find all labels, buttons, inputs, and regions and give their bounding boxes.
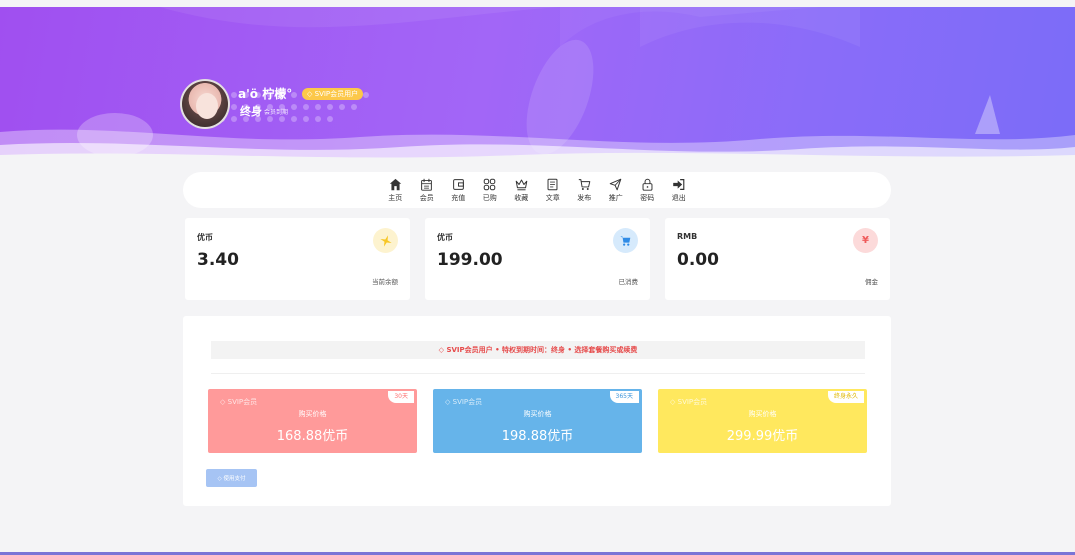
avatar-face [196,93,218,119]
balance-card: 优币 3.40 当前余额 [185,218,410,300]
nav-item-label: 充值 [451,193,466,202]
yen-icon: ¥ [862,235,869,246]
plan-tag: ◇ SVIP会员 [445,397,482,407]
calendar-icon [421,178,433,191]
nav-item-label: 收藏 [514,193,529,202]
stat-icon-wrap: ¥ [853,228,878,253]
crown-icon [515,179,528,190]
stat-icon-wrap [373,228,398,253]
plan-price-label: 购买价格 [748,410,777,418]
profile-header-banner: a'ö 柠檬° ◇ SVIP会员用户 终身 会员到期 [0,7,1075,167]
plan-tag-label: SVIP会员 [677,398,708,406]
nav-item-vip[interactable]: 会员 [411,178,443,203]
nav-item-label: 主页 [388,193,403,202]
document-icon [547,178,558,190]
wallet-icon [452,178,464,190]
stat-value: 0.00 [677,250,719,270]
stat-caption: 当前余额 [372,278,398,286]
nav-item-label: 文章 [545,193,560,202]
username: a'ö 柠檬° [238,87,293,101]
plan-duration-badge: 终身永久 [827,391,864,403]
vip-purchase-panel: ◇ SVIP会员用户 • 特权到期时间：终身 • 选择套餐购买或续费 ◇ SVI… [183,316,891,506]
wave-decoration [0,7,1075,167]
diamond-icon: ◇ [307,90,313,98]
stat-value: 3.40 [197,250,239,270]
grid-icon [483,178,496,190]
nav-item-label: 发布 [577,193,592,202]
stat-title: RMB [677,232,698,241]
cart-icon [578,178,591,190]
home-icon [389,178,401,190]
avatar[interactable] [180,79,230,129]
plan-duration-badge: 30天 [388,391,414,403]
plan-tag: ◇ SVIP会员 [670,397,707,407]
plan-duration-badge: 365天 [609,391,639,403]
stat-title: 优币 [197,233,213,242]
nav-item-label: 会员 [419,193,434,202]
cart-icon [620,236,631,246]
nav-item-label: 已购 [482,193,497,202]
plan-tag-label: SVIP会员 [227,398,258,406]
vip-term-note: 会员到期 [264,109,289,116]
vip-notice: ◇ SVIP会员用户 • 特权到期时间：终身 • 选择套餐购买或续费 [211,341,865,359]
pay-button-label: 使用支付 [223,476,246,482]
commission-card: RMB 0.00 佣金 ¥ [665,218,890,300]
diamond-icon: ◇ [220,398,226,406]
nav-item-home[interactable]: 主页 [380,178,412,203]
nav-item-password[interactable]: 密码 [632,178,664,203]
vip-badge: ◇ SVIP会员用户 [302,88,364,100]
plan-price: 299.99优币 [726,429,799,444]
user-profile: a'ö 柠檬° ◇ SVIP会员用户 终身 会员到期 [180,79,440,129]
diamond-icon: ◇ [438,346,445,354]
send-icon [609,178,622,190]
nav-item-promote[interactable]: 推广 [600,178,632,203]
pay-button[interactable]: ◇ 使用支付 [206,469,257,487]
lock-icon [642,178,653,191]
nav-item-logout[interactable]: 退出 [663,178,695,203]
stat-caption: 佣金 [865,278,878,286]
stat-title: 优币 [437,233,453,242]
plan-price-label: 购买价格 [298,410,327,418]
vip-term: 终身 [240,105,262,118]
plan-price: 198.88优币 [501,429,574,444]
plan-tag-label: SVIP会员 [452,398,483,406]
user-nav-bar: 主页 会员 充值 已购 收藏 文章 发布 推广 密码 退出 [183,172,891,208]
vip-badge-label: SVIP会员用户 [314,90,359,98]
nav-item-favorites[interactable]: 收藏 [506,178,538,203]
nav-item-articles[interactable]: 文章 [537,178,569,203]
plan-card-30-days[interactable]: ◇ SVIP会员 30天 购买价格 168.88优币 [208,389,417,453]
plan-price: 168.88优币 [276,429,349,444]
nav-item-recharge[interactable]: 充值 [443,178,475,203]
diamond-icon: ◇ [445,398,451,406]
diamond-icon: ◇ [217,476,222,482]
stat-icon-wrap [613,228,638,253]
plan-card-365-days[interactable]: ◇ SVIP会员 365天 购买价格 198.88优币 [433,389,642,453]
nav-item-purchased[interactable]: 已购 [474,178,506,203]
nav-item-label: 推广 [608,193,623,202]
spent-card: 优币 199.00 已消费 [425,218,650,300]
plan-tag: ◇ SVIP会员 [220,397,257,407]
diamond-icon: ◇ [670,398,676,406]
plan-price-label: 购买价格 [523,410,552,418]
sparkle-icon [379,234,392,247]
nav-item-label: 密码 [640,193,655,202]
divider [211,373,865,374]
stat-value: 199.00 [437,250,503,270]
vip-notice-text: SVIP会员用户 • 特权到期时间：终身 • 选择套餐购买或续费 [446,346,638,354]
nav-item-publish[interactable]: 发布 [569,178,601,203]
plan-card-lifetime[interactable]: ◇ SVIP会员 终身永久 购买价格 299.99优币 [658,389,867,453]
logout-icon [673,178,685,190]
stat-caption: 已消费 [618,278,639,286]
nav-item-label: 退出 [671,193,686,202]
